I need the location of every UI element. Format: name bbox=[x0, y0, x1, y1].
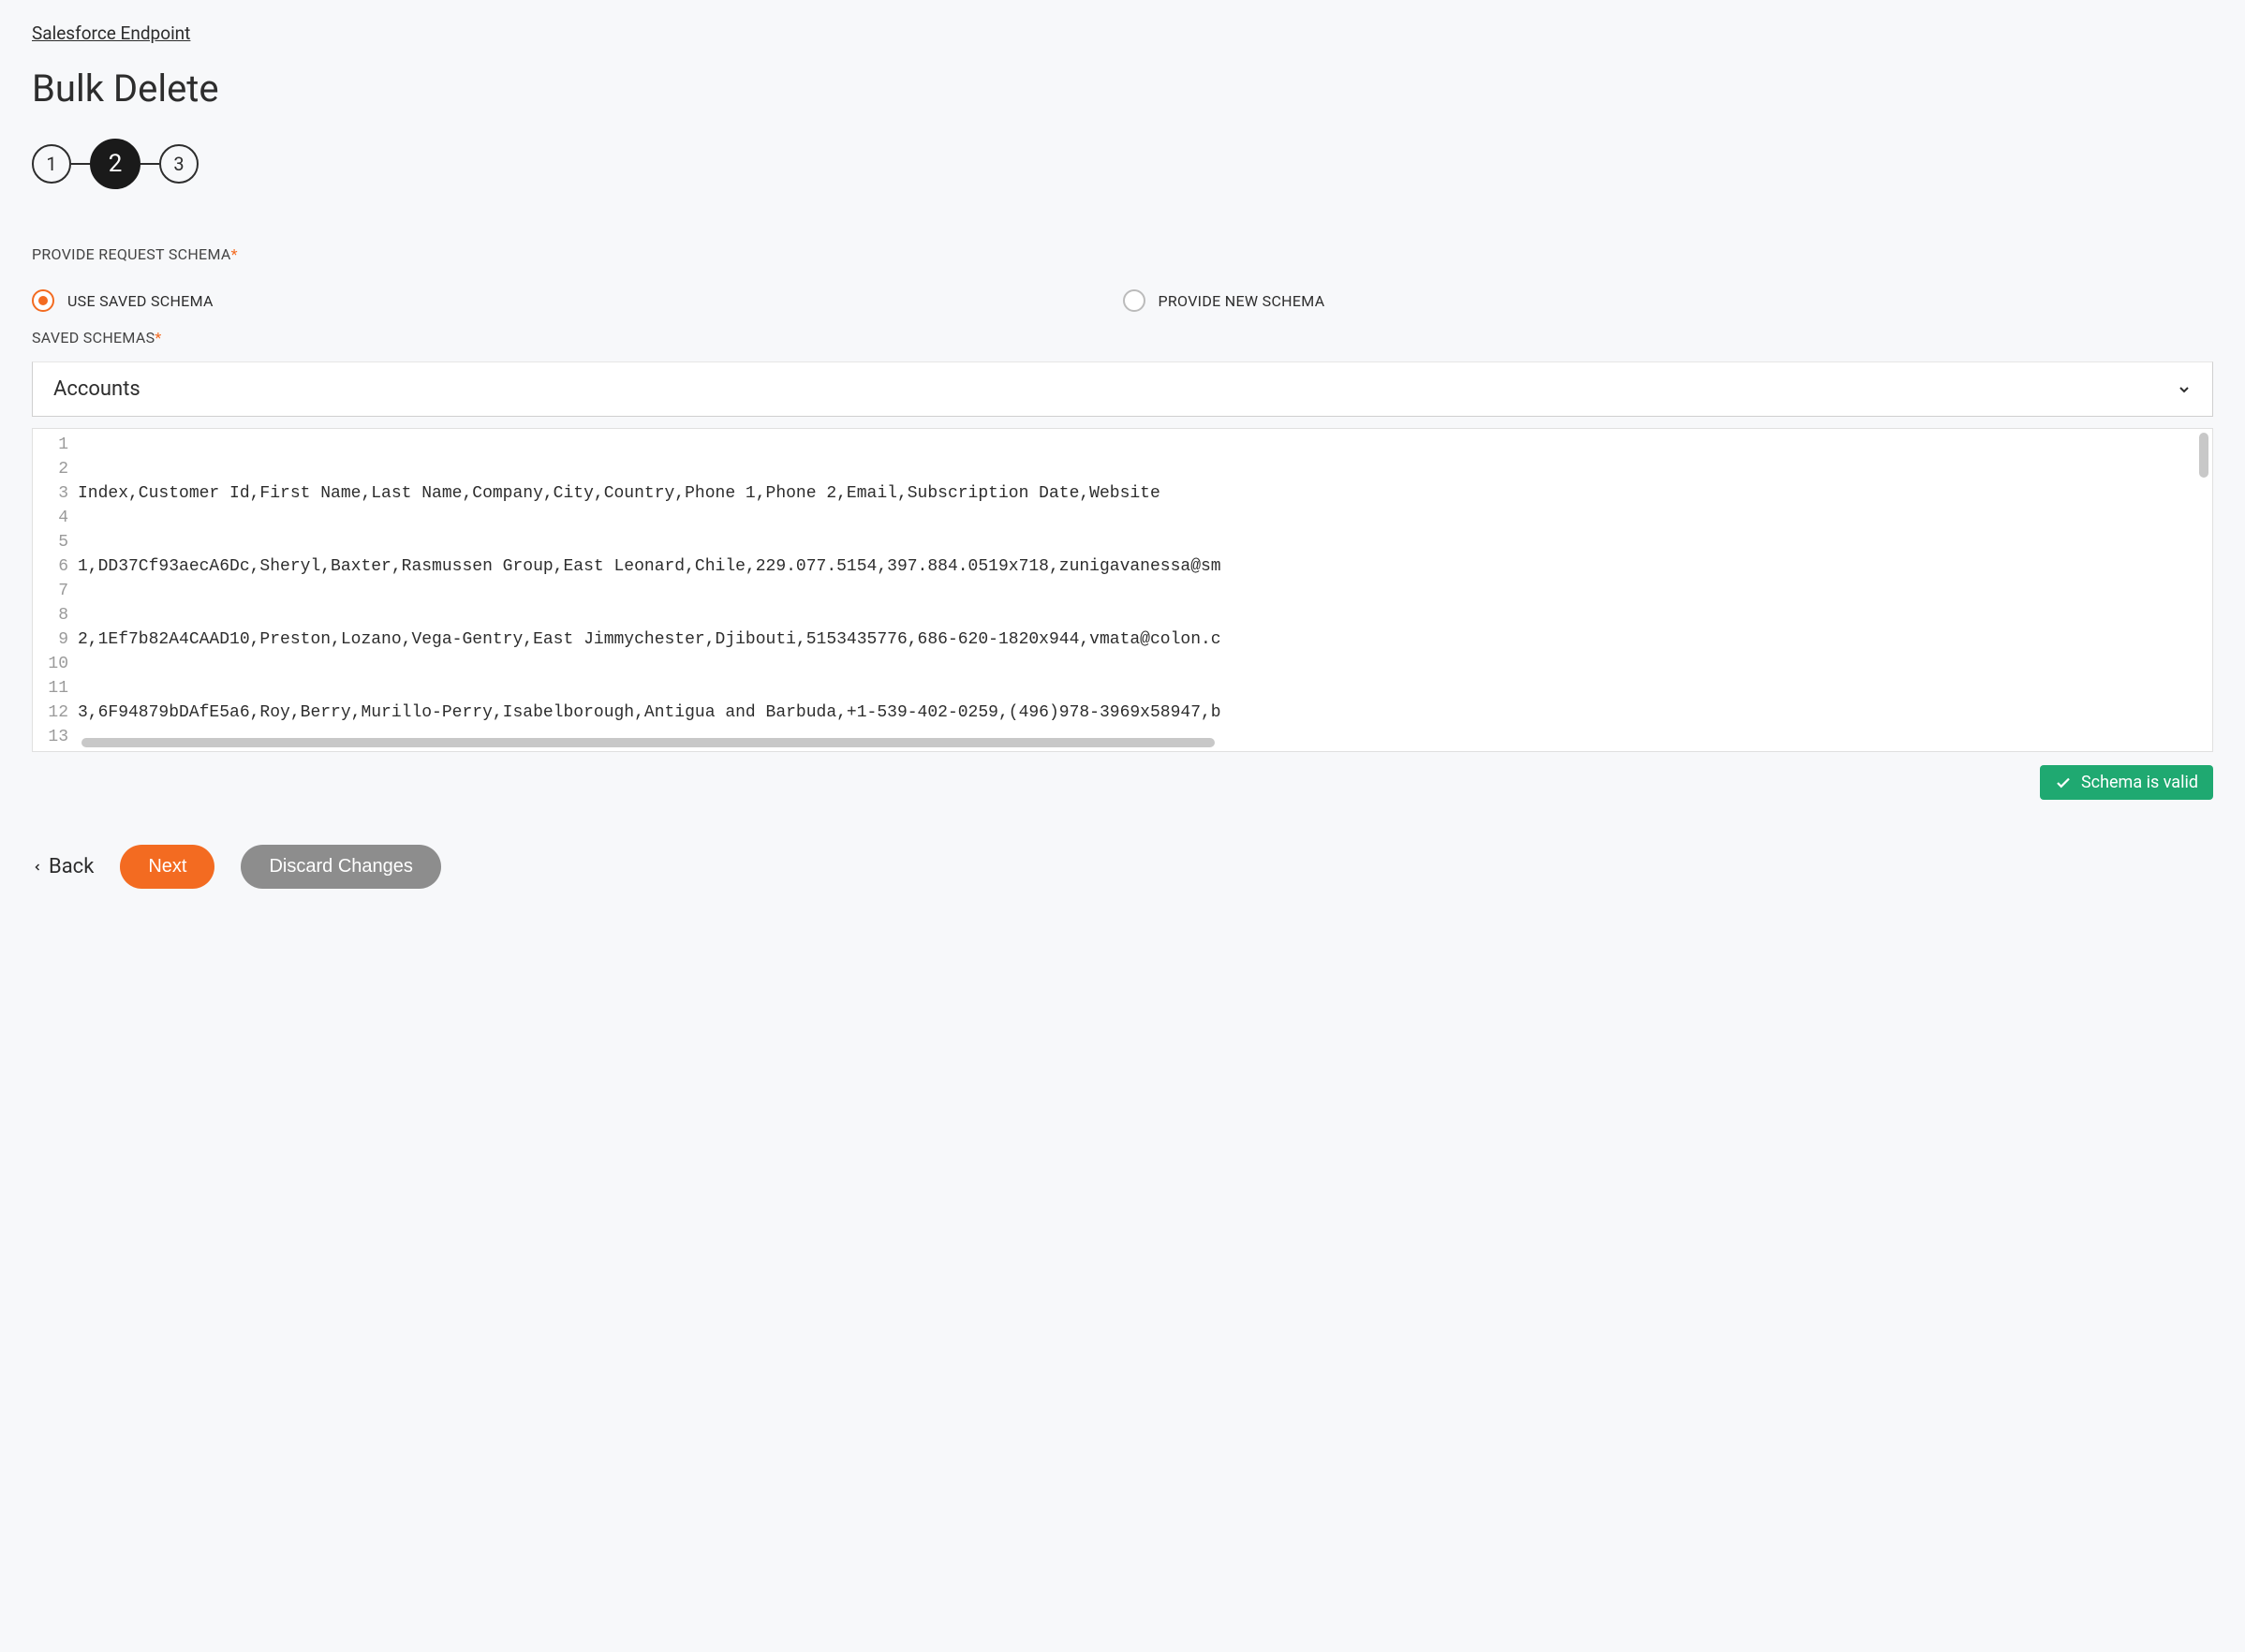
back-label: Back bbox=[49, 855, 94, 878]
back-button[interactable]: Back bbox=[32, 855, 94, 878]
vertical-scrollbar[interactable] bbox=[2199, 433, 2208, 478]
schema-code-editor[interactable]: 1 2 3 4 5 6 7 8 9 10 11 12 13 Index,Cust… bbox=[32, 428, 2213, 752]
editor-gutter: 1 2 3 4 5 6 7 8 9 10 11 12 13 bbox=[33, 429, 78, 751]
editor-content[interactable]: Index,Customer Id,First Name,Last Name,C… bbox=[78, 429, 2212, 751]
code-line: 1,DD37Cf93aecA6Dc,Sheryl,Baxter,Rasmusse… bbox=[78, 554, 2212, 579]
breadcrumb-link[interactable]: Salesforce Endpoint bbox=[32, 22, 190, 44]
code-line: 3,6F94879bDAfE5a6,Roy,Berry,Murillo-Perr… bbox=[78, 701, 2212, 725]
valid-badge-text: Schema is valid bbox=[2081, 773, 2198, 792]
horizontal-scrollbar[interactable] bbox=[81, 738, 1215, 747]
schema-radio-group: USE SAVED SCHEMA PROVIDE NEW SCHEMA bbox=[32, 289, 2213, 312]
footer-actions: Back Next Discard Changes bbox=[32, 845, 2213, 889]
page-title: Bulk Delete bbox=[32, 66, 2213, 111]
radio-label: USE SAVED SCHEMA bbox=[67, 292, 214, 310]
request-schema-label: PROVIDE REQUEST SCHEMA bbox=[32, 245, 231, 263]
radio-button-selected-icon bbox=[32, 289, 54, 312]
saved-schema-select[interactable]: Accounts bbox=[32, 361, 2213, 417]
radio-use-saved-schema[interactable]: USE SAVED SCHEMA bbox=[32, 289, 1123, 312]
stepper: 1 2 3 bbox=[32, 139, 2213, 189]
required-asterisk: * bbox=[155, 329, 161, 347]
discard-changes-button[interactable]: Discard Changes bbox=[241, 845, 440, 889]
code-line: 2,1Ef7b82A4CAAD10,Preston,Lozano,Vega-Ge… bbox=[78, 627, 2212, 652]
radio-button-unselected-icon bbox=[1123, 289, 1145, 312]
step-3[interactable]: 3 bbox=[159, 144, 199, 184]
select-value: Accounts bbox=[53, 377, 140, 401]
step-1[interactable]: 1 bbox=[32, 144, 71, 184]
check-icon bbox=[2055, 774, 2072, 791]
radio-provide-new-schema[interactable]: PROVIDE NEW SCHEMA bbox=[1123, 289, 2214, 312]
code-line: Index,Customer Id,First Name,Last Name,C… bbox=[78, 481, 2212, 506]
chevron-left-icon bbox=[32, 859, 43, 876]
schema-valid-badge: Schema is valid bbox=[2040, 765, 2213, 800]
step-2[interactable]: 2 bbox=[90, 139, 140, 189]
step-connector bbox=[71, 163, 90, 165]
next-button[interactable]: Next bbox=[120, 845, 214, 889]
step-connector bbox=[140, 163, 159, 165]
saved-schemas-label: SAVED SCHEMAS bbox=[32, 329, 155, 347]
chevron-down-icon bbox=[2177, 382, 2192, 397]
radio-label: PROVIDE NEW SCHEMA bbox=[1159, 292, 1325, 310]
required-asterisk: * bbox=[231, 245, 238, 263]
